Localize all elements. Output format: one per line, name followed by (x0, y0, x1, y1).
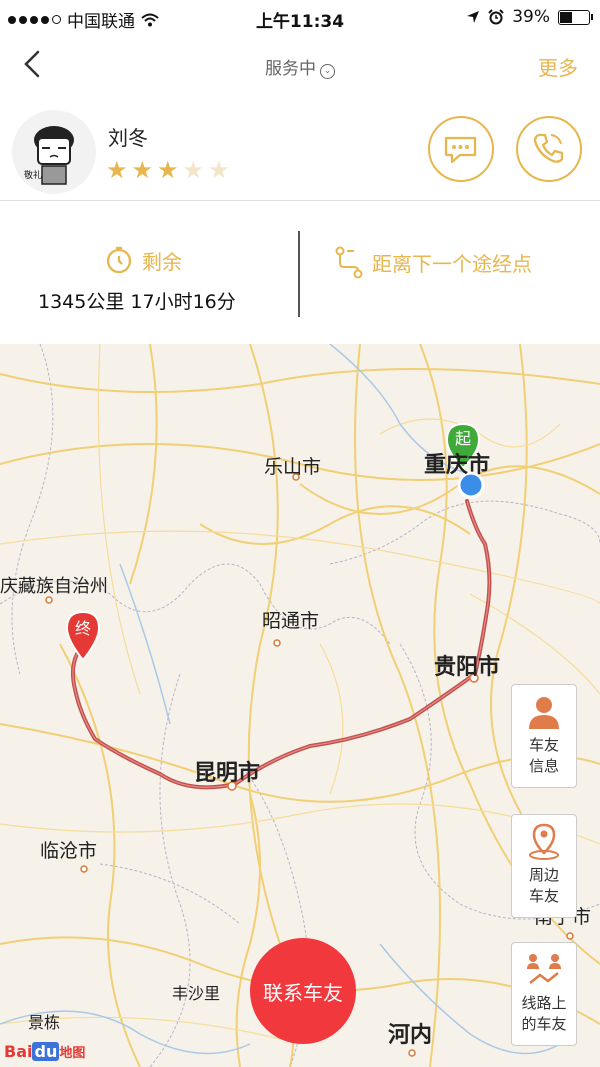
trip-stats: 剩余 1345公里 17小时16分 距离下一个途经点 (0, 201, 600, 344)
page-title-text: 服务中 (265, 59, 316, 79)
contact-friends-button[interactable]: 联系车友 (250, 938, 356, 1044)
city-chongqing: 重庆市 (424, 453, 491, 478)
city-fengshali: 丰沙里 (172, 984, 221, 1003)
route-map[interactable]: 起 终 乐山市 重庆市 昭通市 贵阳市 昆明市 临沧市 庆藏族自治州 南宁市 河… (0, 344, 600, 1067)
person-icon (529, 697, 559, 729)
route-people-icon (527, 954, 561, 984)
location-pin-icon (529, 823, 559, 860)
city-kunming: 昆明市 (194, 761, 261, 786)
route-friends-label-2: 的车友 (521, 1015, 567, 1033)
phone-icon (533, 133, 564, 163)
more-button[interactable]: 更多 (538, 52, 578, 81)
chat-button[interactable] (428, 116, 494, 182)
route-friends-label-1: 线路上 (521, 994, 567, 1012)
city-leshan: 乐山市 (264, 456, 322, 478)
remaining-value: 1345公里 17小时16分 (38, 291, 236, 313)
city-lincang: 临沧市 (40, 840, 98, 862)
rating-stars: ★ ★ ★ ★ ★ (106, 156, 230, 184)
driver-name: 刘冬 (108, 126, 148, 150)
end-marker-pin: 终 (65, 610, 101, 662)
avatar[interactable]: 敬礼 (12, 110, 96, 194)
svg-text:终: 终 (75, 619, 91, 638)
battery-percent: 39% (512, 7, 550, 27)
city-guiyang: 贵阳市 (434, 655, 501, 680)
avatar-caption: 敬礼 (24, 171, 43, 181)
city-hanoi: 河内 (388, 1023, 433, 1048)
city-zhaotong: 昭通市 (262, 610, 320, 632)
star-icon: ★ (157, 156, 179, 184)
city-diqing: 庆藏族自治州 (0, 576, 108, 597)
page-title[interactable]: 服务中 ⌄ (0, 54, 600, 79)
route-line (70, 499, 492, 790)
nearby-friends-label-2: 车友 (528, 887, 559, 905)
nearby-friends-label-1: 周边 (528, 866, 559, 884)
baidu-map-logo: Bai du 地图 (4, 1042, 86, 1061)
alarm-icon (488, 9, 504, 25)
remaining-label: 剩余 (142, 249, 182, 274)
timer-icon (106, 246, 132, 274)
next-waypoint-stat: 距离下一个途经点 (300, 201, 600, 344)
driver-info-label-2: 信息 (528, 757, 559, 775)
chat-bubble-icon (444, 136, 477, 164)
remaining-stat: 剩余 1345公里 17小时16分 (0, 201, 298, 344)
star-icon: ★ (182, 156, 205, 184)
driver-card: 敬礼 刘冬 ★ ★ ★ ★ ★ (0, 96, 600, 201)
nearby-friends-button[interactable]: 周边 车友 (511, 814, 577, 918)
navigation-bar: 服务中 ⌄ 更多 (0, 34, 600, 96)
chevron-down-icon: ⌄ (320, 64, 335, 79)
svg-text:起: 起 (455, 429, 471, 448)
driver-info-button[interactable]: 车友 信息 (511, 684, 577, 788)
next-waypoint-label: 距离下一个途经点 (372, 251, 532, 276)
star-icon: ★ (131, 156, 154, 184)
route-friends-button[interactable]: 线路上 的车友 (511, 942, 577, 1046)
location-arrow-icon (467, 11, 480, 23)
driver-info-label-1: 车友 (528, 736, 559, 754)
city-jinghong: 景栋 (28, 1013, 61, 1032)
star-icon: ★ (106, 156, 128, 184)
battery-icon (558, 9, 593, 25)
call-button[interactable] (516, 116, 582, 182)
star-icon: ★ (208, 156, 230, 184)
status-bar: 中国联通 上午11:34 39% (0, 0, 600, 34)
route-icon (335, 246, 363, 279)
